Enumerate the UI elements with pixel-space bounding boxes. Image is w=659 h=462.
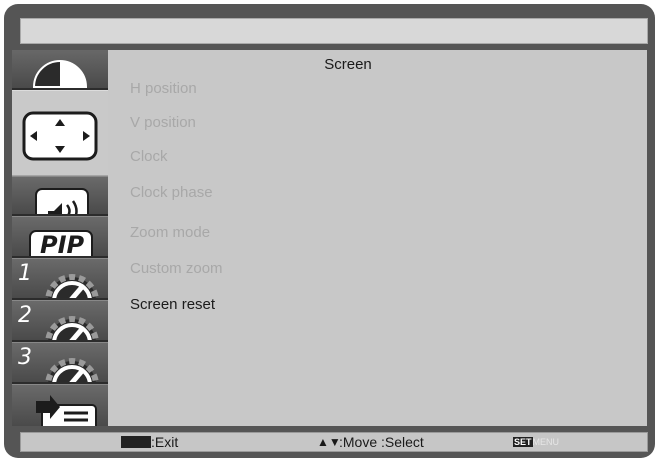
sidebar-tab-configuration-2[interactable]: 2: [12, 300, 108, 342]
menu-item-clock[interactable]: Clock: [130, 148, 168, 165]
move-select-hint: :Move :Select: [339, 434, 424, 450]
menu-item-h-position[interactable]: H position: [130, 80, 197, 97]
move-arrows-icon: ▲▼: [317, 435, 341, 449]
picture-icon: [32, 60, 88, 88]
menu-item-custom-zoom[interactable]: Custom zoom: [130, 260, 223, 277]
set-key-label: SET: [513, 437, 533, 447]
sidebar-tab-picture[interactable]: [12, 50, 108, 90]
configuration-tab-number: 2: [18, 303, 32, 328]
menu-title: Screen: [324, 56, 372, 73]
menu-item-screen-reset[interactable]: Screen reset: [130, 296, 215, 313]
osd-sidebar: PIP 1 2 3: [12, 50, 108, 426]
settings-list-icon: [36, 395, 97, 426]
osd-title-bar: [20, 18, 648, 44]
menu-key-label: MENU: [532, 437, 560, 447]
sidebar-tab-configuration-1[interactable]: 1: [12, 258, 108, 300]
screen-position-icon: [22, 111, 98, 161]
pip-label: PIP: [40, 231, 85, 258]
screen-menu-panel: Screen H position V position Clock Clock…: [108, 50, 647, 426]
configuration-tab-number: 3: [18, 345, 32, 370]
sidebar-tab-screen[interactable]: [12, 90, 108, 176]
osd-footer-hints: :Exit ▲▼ :Move :Select SETMENU: [20, 432, 648, 452]
sidebar-tab-audio[interactable]: [12, 176, 108, 216]
sidebar-tab-pip[interactable]: PIP: [12, 216, 108, 258]
sidebar-tab-advanced-option[interactable]: [12, 384, 108, 426]
exit-hint: :Exit: [151, 434, 179, 450]
menu-item-v-position[interactable]: V position: [130, 114, 196, 131]
audio-icon: [35, 188, 89, 214]
configuration-tab-number: 1: [18, 261, 32, 286]
menu-item-zoom-mode[interactable]: Zoom mode: [130, 224, 210, 241]
exit-key-icon: [121, 436, 151, 448]
set-menu-key-icon: SETMENU: [513, 436, 560, 448]
sidebar-tab-configuration-3[interactable]: 3: [12, 342, 108, 384]
osd-frame: PIP 1 2 3 Screen H position V position C…: [4, 4, 655, 458]
menu-item-clock-phase[interactable]: Clock phase: [130, 184, 213, 201]
